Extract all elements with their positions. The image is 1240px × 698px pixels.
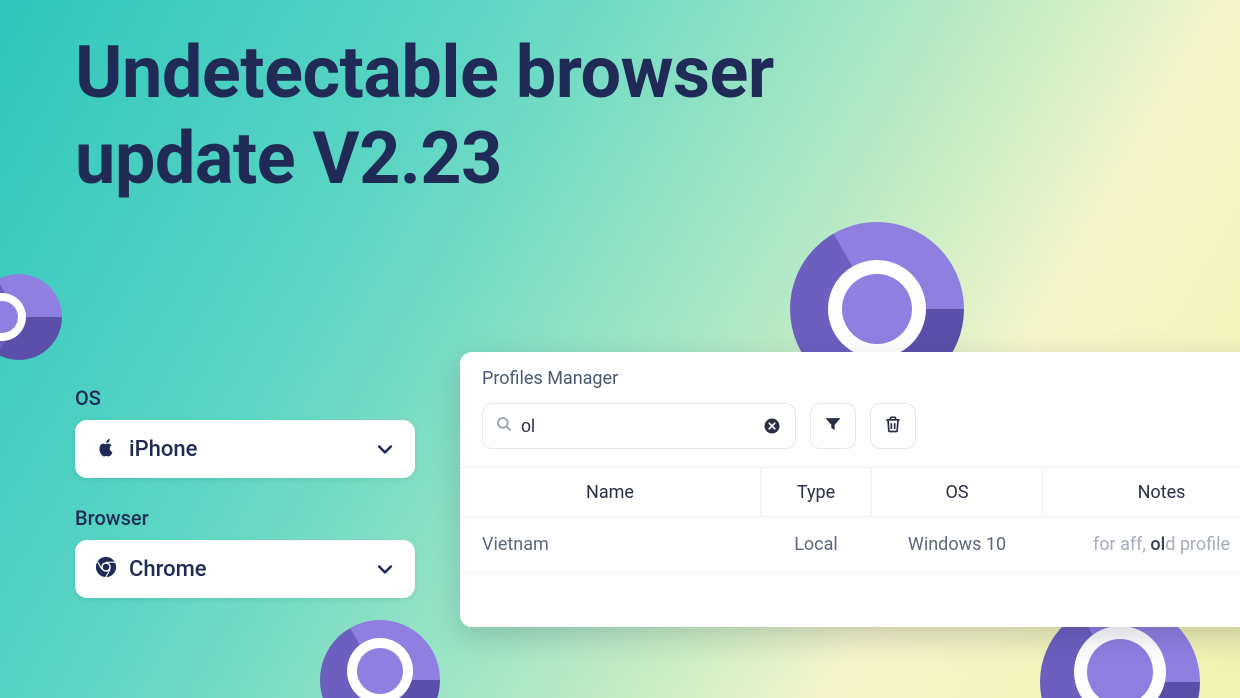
browser-select[interactable]: Chrome <box>75 540 415 598</box>
table-empty-space <box>460 573 1240 627</box>
headline-line-2: update V2.23 <box>75 116 774 202</box>
filter-button[interactable] <box>810 403 856 449</box>
col-name: Name <box>460 482 760 503</box>
panel-toolbar <box>460 395 1240 467</box>
col-os: OS <box>872 482 1042 503</box>
chevron-down-icon <box>375 439 395 459</box>
chrome-icon <box>95 556 117 582</box>
cell-name: Vietnam <box>460 534 760 555</box>
config-selects: OS iPhone Browser <box>75 386 415 598</box>
cell-type: Local <box>761 534 871 555</box>
brand-logo-icon <box>320 620 440 698</box>
apple-icon <box>95 435 117 463</box>
table-row[interactable]: Vietnam Local Windows 10 for aff, old pr… <box>460 517 1240 573</box>
brand-logo-icon <box>0 274 62 360</box>
panel-title: Profiles Manager <box>460 352 1240 395</box>
chevron-down-icon <box>375 559 395 579</box>
col-notes: Notes <box>1043 482 1240 503</box>
headline-line-1: Undetectable browser <box>75 30 774 116</box>
os-label: OS <box>75 386 415 410</box>
browser-select-value: Chrome <box>129 557 207 582</box>
promo-canvas: Undetectable browser update V2.23 OS iPh… <box>0 0 1240 698</box>
col-type: Type <box>761 482 871 503</box>
clear-search-button[interactable] <box>761 415 783 437</box>
notes-match: ol <box>1150 534 1165 555</box>
os-select-value: iPhone <box>129 437 197 462</box>
notes-pre: for aff, <box>1093 534 1150 555</box>
notes-post: d profile <box>1165 534 1230 555</box>
headline: Undetectable browser update V2.23 <box>75 30 774 203</box>
cell-notes: for aff, old profile <box>1043 534 1240 555</box>
table-header: Name Type OS Notes <box>460 467 1240 517</box>
trash-icon <box>883 414 903 438</box>
delete-button[interactable] <box>870 403 916 449</box>
cell-os: Windows 10 <box>872 534 1042 555</box>
search-input[interactable] <box>521 416 753 437</box>
browser-label: Browser <box>75 506 415 530</box>
profiles-table: Name Type OS Notes Vietnam Local Windows… <box>460 467 1240 627</box>
filter-icon <box>823 414 843 438</box>
os-select[interactable]: iPhone <box>75 420 415 478</box>
search-icon <box>495 415 513 437</box>
profiles-manager-panel: Profiles Manager <box>460 352 1240 627</box>
search-field[interactable] <box>482 403 796 449</box>
